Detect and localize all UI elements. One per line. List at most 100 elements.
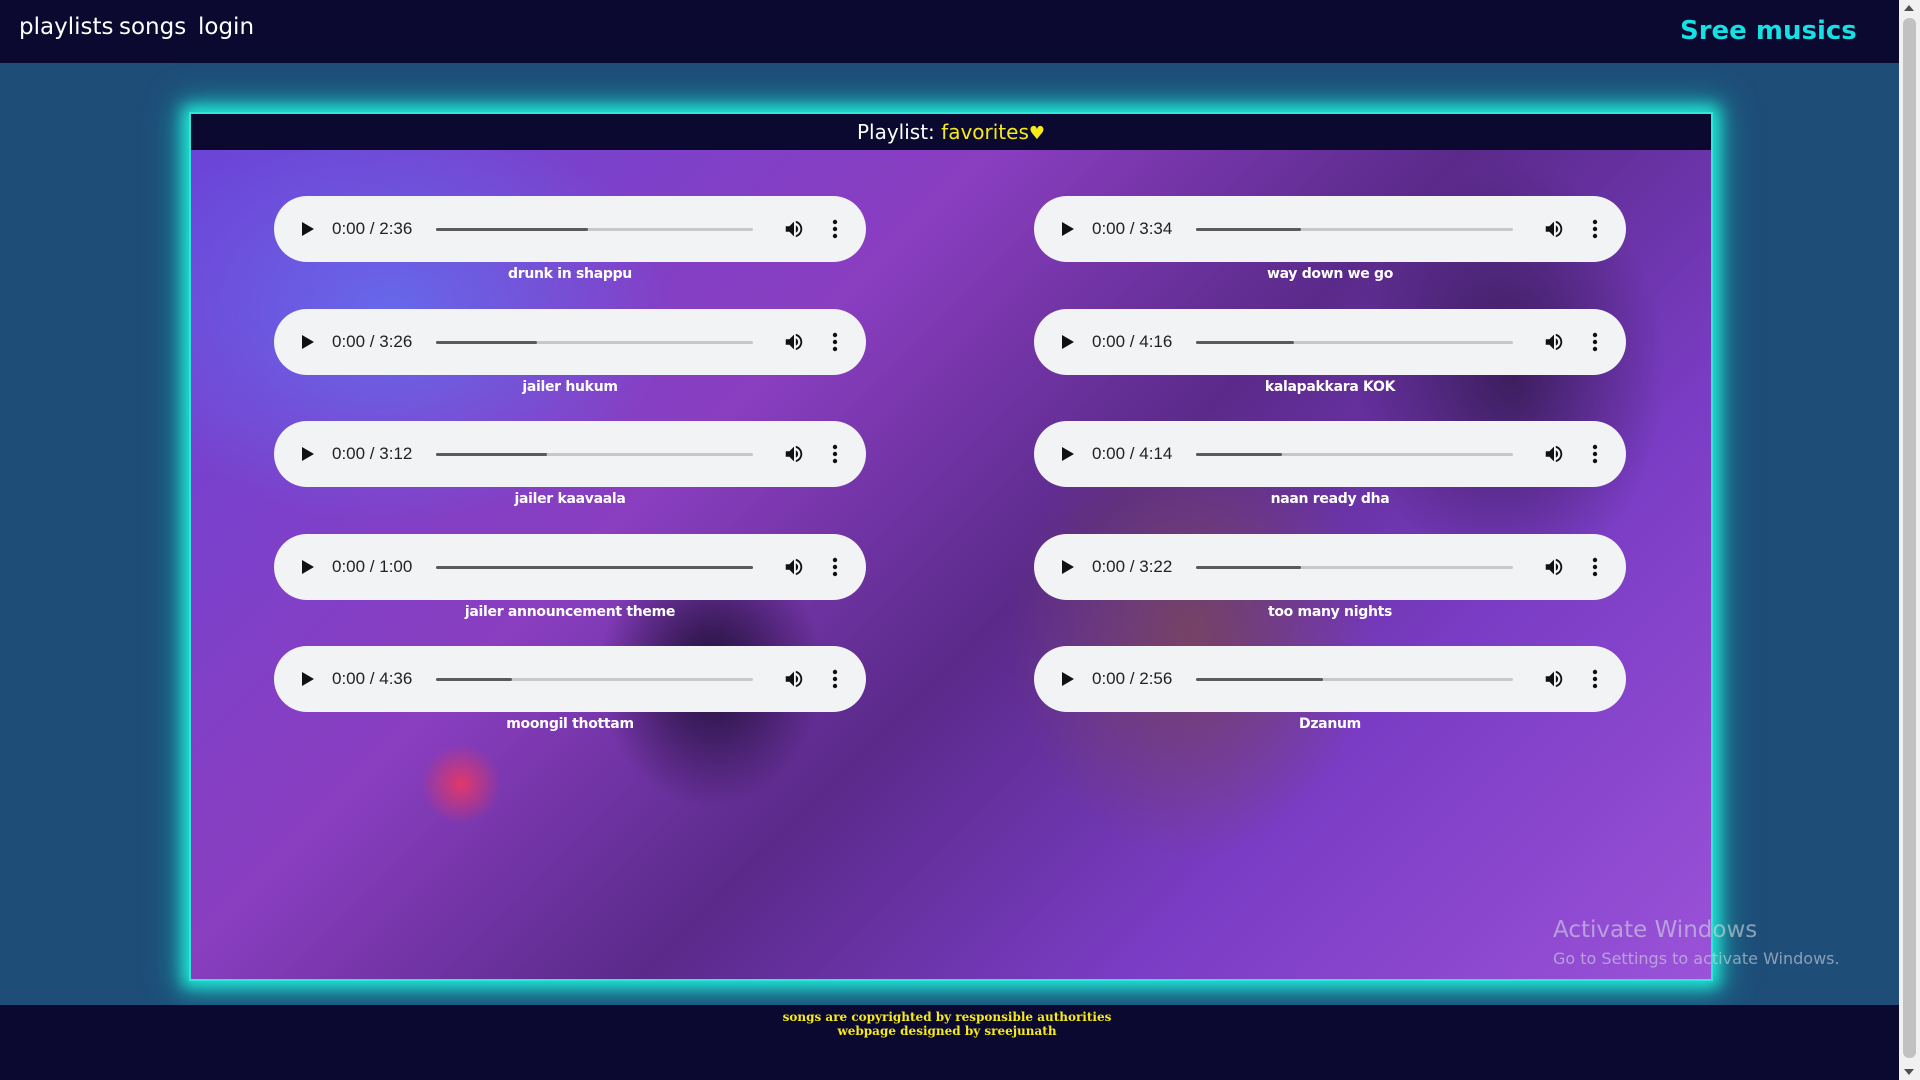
audio-player[interactable]: 0:00 / 1:00 xyxy=(274,533,866,600)
seek-bar-fill xyxy=(436,340,538,344)
song-title: moongil thottam xyxy=(506,716,634,732)
playlist-label: Playlist: xyxy=(856,120,935,144)
play-icon[interactable] xyxy=(302,222,314,236)
seek-bar-fill xyxy=(1196,565,1301,569)
more-options-icon[interactable] xyxy=(1592,668,1598,690)
seek-bar-fill xyxy=(1196,340,1295,344)
song-title: jailer kaavaala xyxy=(514,491,626,507)
volume-icon[interactable] xyxy=(782,556,806,578)
song-title: kalapakkara KOK xyxy=(1264,378,1396,395)
play-icon[interactable] xyxy=(1062,222,1074,236)
volume-icon[interactable] xyxy=(1542,331,1566,353)
scrollbar-thumb[interactable] xyxy=(1903,18,1916,1058)
volume-icon[interactable] xyxy=(782,668,806,690)
seek-bar[interactable] xyxy=(436,678,753,681)
play-icon[interactable] xyxy=(302,334,314,349)
audio-player[interactable]: 0:00 / 2:56 xyxy=(1034,646,1626,712)
audio-time: 0:00 / 1:00 xyxy=(332,556,413,576)
top-nav: playlists songs login Sree musics xyxy=(0,0,1899,63)
more-options-icon[interactable] xyxy=(832,556,838,578)
seek-bar-fill xyxy=(1196,453,1282,456)
more-options-icon[interactable] xyxy=(1592,556,1598,578)
nav-link-songs[interactable]: songs xyxy=(119,14,186,40)
volume-icon[interactable] xyxy=(782,331,806,353)
playlist-panel: Playlist: favorites♥ 0:00 / 2:36 drunk in… xyxy=(189,112,1713,981)
song-title: drunk in shappu xyxy=(508,266,632,282)
audio-time: 0:00 / 4:16 xyxy=(1092,331,1173,351)
seek-bar[interactable] xyxy=(436,228,753,231)
seek-bar[interactable] xyxy=(1196,453,1513,456)
volume-icon[interactable] xyxy=(1542,443,1566,465)
seek-bar[interactable] xyxy=(436,340,753,344)
play-icon[interactable] xyxy=(1062,334,1074,349)
audio-player[interactable]: 0:00 / 3:34 xyxy=(1034,196,1626,262)
song-title: jailer hukum xyxy=(522,378,618,395)
seek-bar-fill xyxy=(436,453,547,456)
song-title: Dzanum xyxy=(1299,716,1361,732)
audio-player[interactable]: 0:00 / 4:16 xyxy=(1034,308,1626,375)
seek-bar[interactable] xyxy=(1196,565,1513,569)
volume-icon[interactable] xyxy=(782,218,806,240)
audio-time: 0:00 / 4:36 xyxy=(332,669,413,688)
seek-bar-fill xyxy=(436,678,513,681)
audio-time: 0:00 / 3:12 xyxy=(332,444,413,463)
play-icon[interactable] xyxy=(1062,672,1074,686)
scroll-down-icon[interactable] xyxy=(1904,1069,1914,1075)
seek-bar[interactable] xyxy=(1196,228,1513,231)
seek-bar[interactable] xyxy=(1196,678,1513,681)
song-title: too many nights xyxy=(1267,603,1393,620)
song-title: naan ready dha xyxy=(1270,491,1390,507)
audio-time: 0:00 / 2:36 xyxy=(332,219,413,238)
audio-time: 0:00 / 2:56 xyxy=(1092,669,1173,688)
volume-icon[interactable] xyxy=(782,443,806,465)
playlist-name: favorites xyxy=(941,120,1029,144)
watermark-title: Activate Windows xyxy=(1553,917,1758,943)
seek-bar[interactable] xyxy=(436,453,753,456)
audio-time: 0:00 / 3:26 xyxy=(332,331,413,351)
more-options-icon[interactable] xyxy=(832,218,838,240)
seek-bar-fill xyxy=(1196,678,1323,681)
windows-activation-watermark: Activate Windows Go to Settings to activ… xyxy=(1553,917,1840,968)
more-options-icon[interactable] xyxy=(832,331,838,353)
more-options-icon[interactable] xyxy=(832,443,838,465)
seek-bar[interactable] xyxy=(436,565,753,569)
more-options-icon[interactable] xyxy=(1592,443,1598,465)
audio-player[interactable]: 0:00 / 3:12 xyxy=(274,421,866,487)
more-options-icon[interactable] xyxy=(832,668,838,690)
seek-bar[interactable] xyxy=(1196,340,1513,344)
footer-credit: webpage designed by sreejunath xyxy=(837,1024,1057,1038)
footer: songs are copyrighted by responsible aut… xyxy=(0,1005,1899,1080)
seek-bar-fill xyxy=(436,565,753,569)
volume-icon[interactable] xyxy=(1542,668,1566,690)
seek-bar-fill xyxy=(436,228,589,231)
footer-copyright: songs are copyrighted by responsible aut… xyxy=(782,1010,1112,1024)
play-icon[interactable] xyxy=(1062,447,1074,461)
audio-player[interactable]: 0:00 / 3:26 xyxy=(274,308,866,375)
audio-time: 0:00 / 3:34 xyxy=(1092,219,1173,238)
song-title: way down we go xyxy=(1266,266,1394,282)
volume-icon[interactable] xyxy=(1542,218,1566,240)
song-title: jailer announcement theme xyxy=(464,603,676,620)
audio-player[interactable]: 0:00 / 4:36 xyxy=(274,646,866,712)
scroll-up-icon[interactable] xyxy=(1904,5,1914,11)
site-brand[interactable]: Sree musics xyxy=(1680,16,1857,46)
nav-link-playlists[interactable]: playlists xyxy=(19,14,113,40)
audio-time: 0:00 / 3:22 xyxy=(1092,556,1173,576)
playlist-header: Playlist: favorites♥ xyxy=(191,114,1711,150)
seek-bar-fill xyxy=(1196,228,1301,231)
page-scrollbar[interactable] xyxy=(1899,0,1920,1080)
audio-player[interactable]: 0:00 / 2:36 xyxy=(274,196,866,262)
more-options-icon[interactable] xyxy=(1592,218,1598,240)
watermark-subtitle: Go to Settings to activate Windows. xyxy=(1553,949,1840,968)
play-icon[interactable] xyxy=(1062,559,1074,574)
volume-icon[interactable] xyxy=(1542,556,1566,578)
audio-time: 0:00 / 4:14 xyxy=(1092,444,1173,463)
more-options-icon[interactable] xyxy=(1592,331,1598,353)
play-icon[interactable] xyxy=(302,447,314,461)
heart-icon: ♥ xyxy=(1028,123,1046,144)
audio-player[interactable]: 0:00 / 4:14 xyxy=(1034,421,1626,487)
play-icon[interactable] xyxy=(302,672,314,686)
audio-player[interactable]: 0:00 / 3:22 xyxy=(1034,533,1626,600)
play-icon[interactable] xyxy=(302,559,314,574)
nav-link-login[interactable]: login xyxy=(198,14,254,40)
